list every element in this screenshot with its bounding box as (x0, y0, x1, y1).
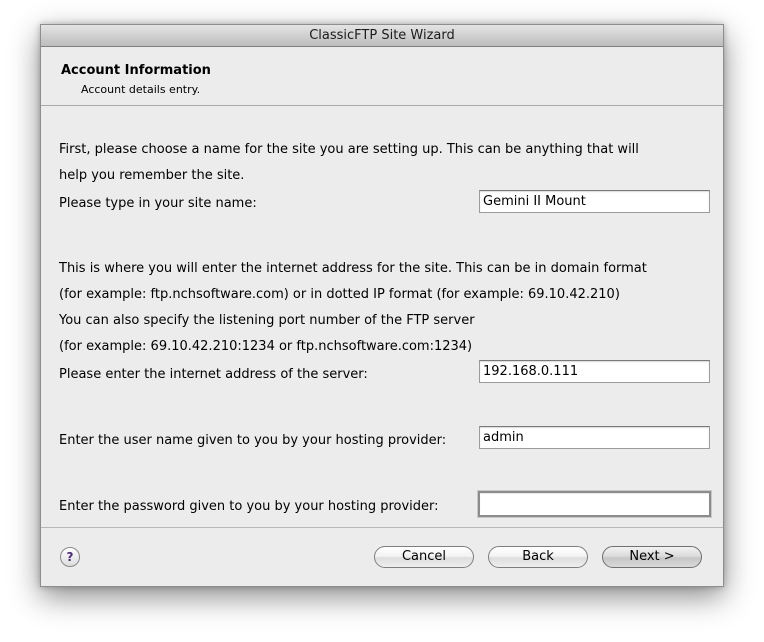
site-wizard-window: ClassicFTP Site Wizard Account Informati… (40, 24, 724, 587)
footer-divider (41, 527, 723, 528)
site-name-input[interactable] (479, 190, 710, 213)
site-name-label: Please type in your site name: (59, 196, 257, 211)
password-input[interactable] (478, 491, 711, 517)
server-intro-line3: You can also specify the listening port … (59, 313, 475, 328)
server-intro-line2: (for example: ftp.nchsoftware.com) or in… (59, 287, 620, 302)
window-title: ClassicFTP Site Wizard (41, 25, 723, 47)
header-subtitle: Account details entry. (81, 83, 201, 96)
server-address-input[interactable] (479, 360, 710, 383)
username-input[interactable] (479, 426, 710, 449)
server-intro-line1: This is where you will enter the interne… (59, 261, 647, 276)
username-label: Enter the user name given to you by your… (59, 433, 447, 448)
help-button[interactable]: ? (60, 547, 80, 567)
site-name-intro-line2: help you remember the site. (59, 168, 245, 183)
next-button[interactable]: Next > (602, 546, 702, 568)
wizard-header: Account Information Account details entr… (41, 47, 723, 106)
server-intro-line4: (for example: 69.10.42.210:1234 or ftp.n… (59, 339, 473, 354)
cancel-button[interactable]: Cancel (374, 546, 474, 568)
server-address-label: Please enter the internet address of the… (59, 367, 368, 382)
header-title: Account Information (61, 63, 211, 78)
site-name-intro-line1: First, please choose a name for the site… (59, 142, 639, 157)
password-label: Enter the password given to you by your … (59, 499, 439, 514)
back-button[interactable]: Back (488, 546, 588, 568)
